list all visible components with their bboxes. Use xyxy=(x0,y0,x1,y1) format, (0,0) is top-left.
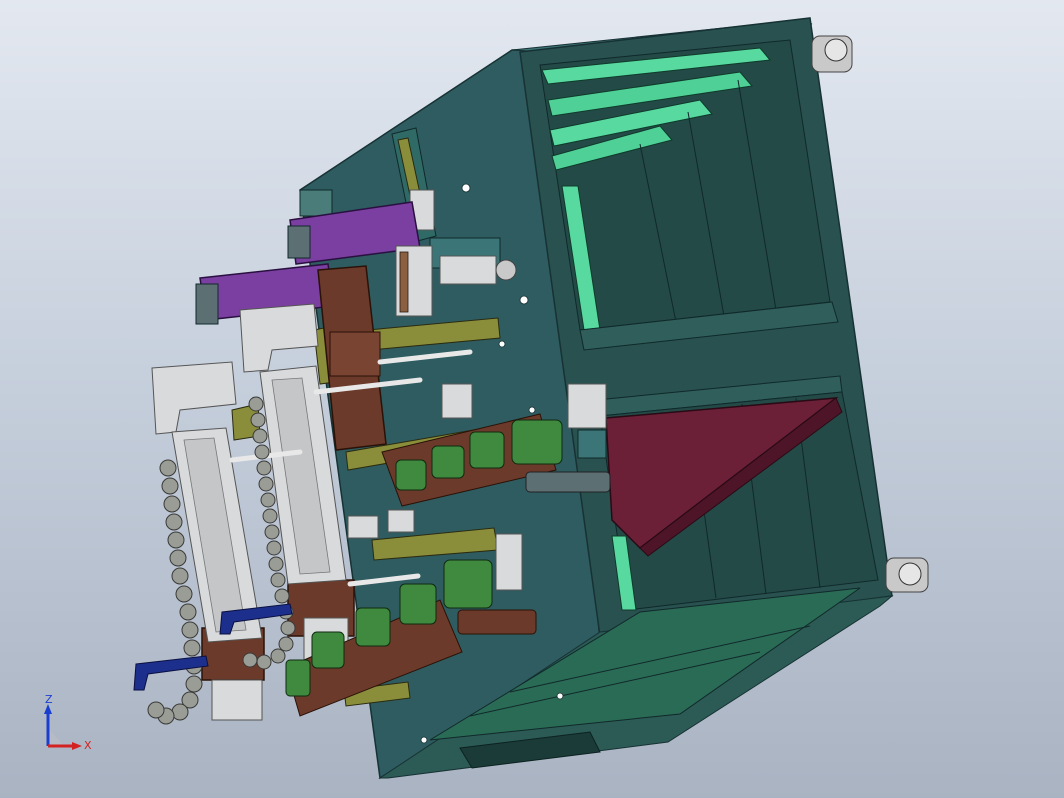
orientation-triad[interactable]: Z X xyxy=(36,694,96,758)
machine-assembly-model[interactable] xyxy=(0,0,1064,798)
cad-viewport[interactable]: Z X xyxy=(0,0,1064,798)
x-axis-label: X xyxy=(84,739,92,752)
z-axis-label: Z xyxy=(45,693,53,706)
caster-wheel-bottom[interactable] xyxy=(885,557,929,593)
caster-wheel-top[interactable] xyxy=(811,35,853,73)
